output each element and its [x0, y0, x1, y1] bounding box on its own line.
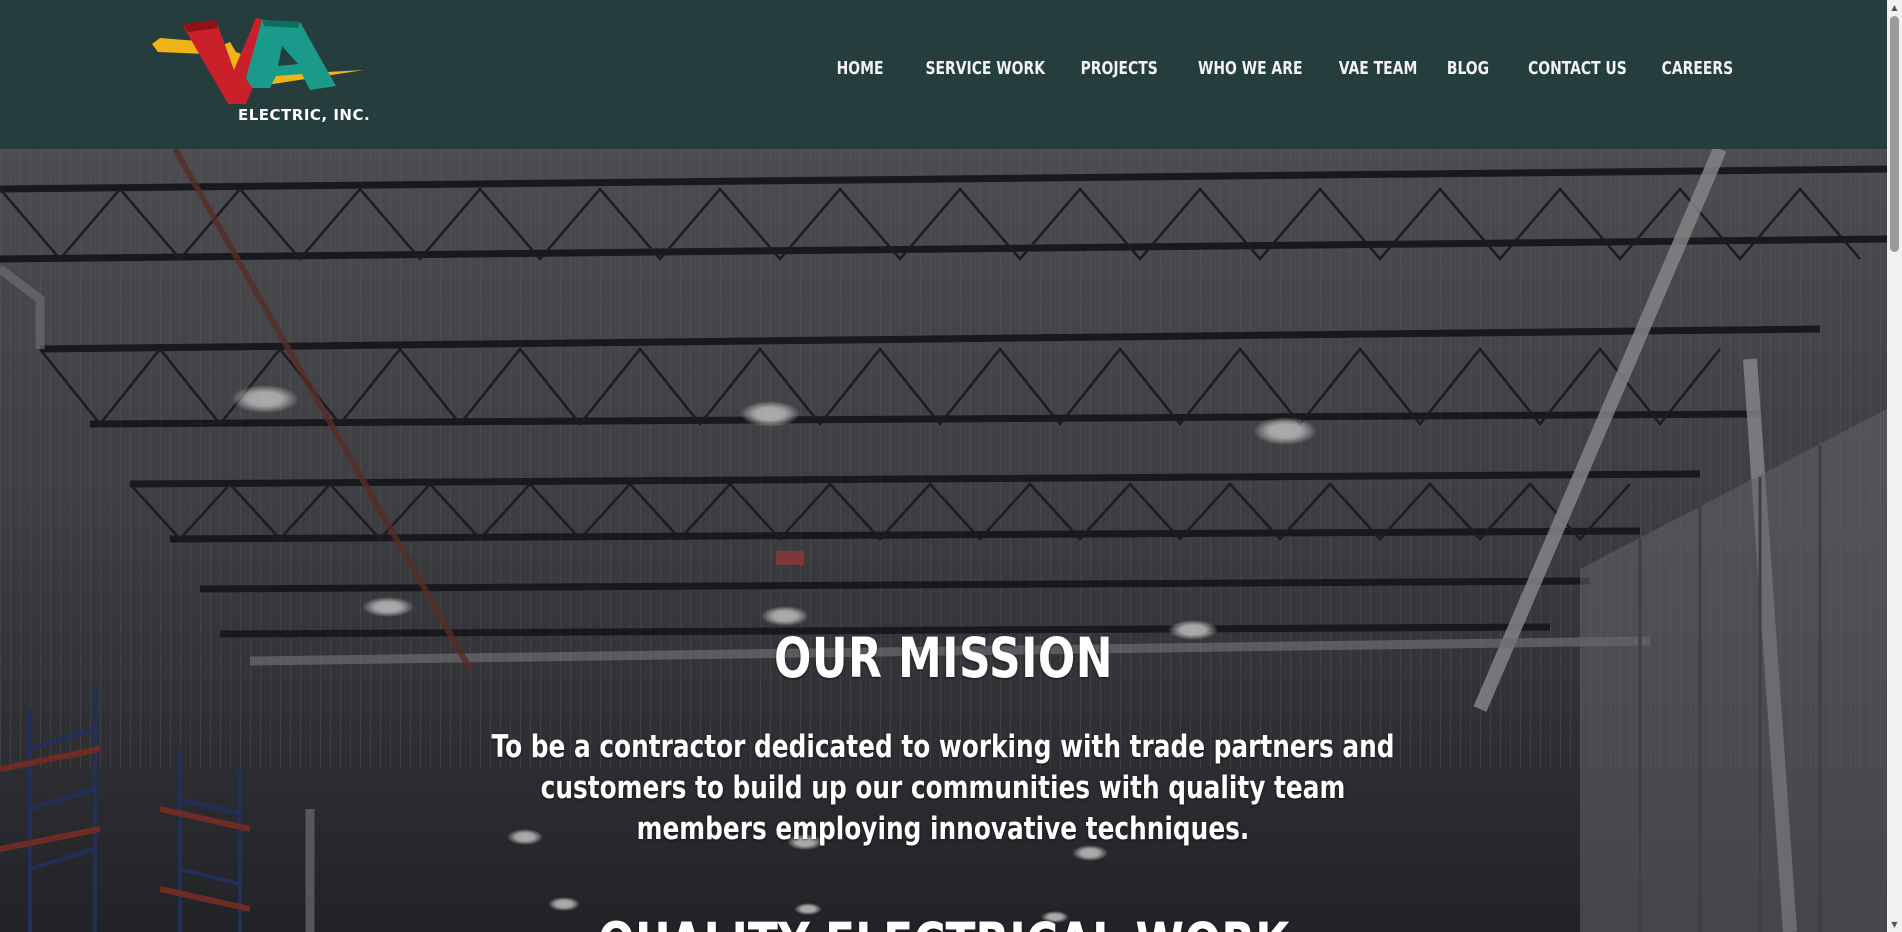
- section-heading: QUALITY ELECTRICAL WORK: [189, 911, 1699, 932]
- nav-careers[interactable]: CAREERS: [1661, 58, 1733, 79]
- scroll-up-icon[interactable]: ▲: [1887, 0, 1902, 15]
- nav-service-work[interactable]: SERVICE WORK: [926, 58, 1046, 79]
- mission-text: To be a contractor dedicated to working …: [491, 729, 1395, 847]
- scroll-down-icon[interactable]: ▼: [1887, 917, 1902, 932]
- page-scrollbar[interactable]: ▲ ▼: [1887, 0, 1902, 932]
- nav-projects[interactable]: PROJECTS: [1081, 58, 1158, 79]
- nav-who-we-are[interactable]: WHO WE ARE: [1198, 58, 1302, 79]
- nav-contact-us[interactable]: CONTACT US: [1528, 58, 1627, 79]
- nav-vae-team[interactable]: VAE TEAM: [1338, 58, 1417, 79]
- hero-section: OUR MISSION To be a contractor dedicated…: [0, 149, 1887, 932]
- nav-home[interactable]: HOME: [837, 58, 884, 79]
- logo-subtitle: ELECTRIC, INC.: [238, 106, 371, 124]
- nav-blog[interactable]: BLOG: [1447, 58, 1489, 79]
- mission-title: OUR MISSION: [774, 626, 1113, 690]
- company-logo[interactable]: ELECTRIC, INC.: [150, 18, 370, 130]
- site-header: ELECTRIC, INC. HOME SERVICE WORK PROJECT…: [0, 0, 1887, 149]
- scrollbar-thumb[interactable]: [1890, 16, 1899, 252]
- main-nav: HOME SERVICE WORK PROJECTS WHO WE ARE VA…: [806, 58, 1733, 79]
